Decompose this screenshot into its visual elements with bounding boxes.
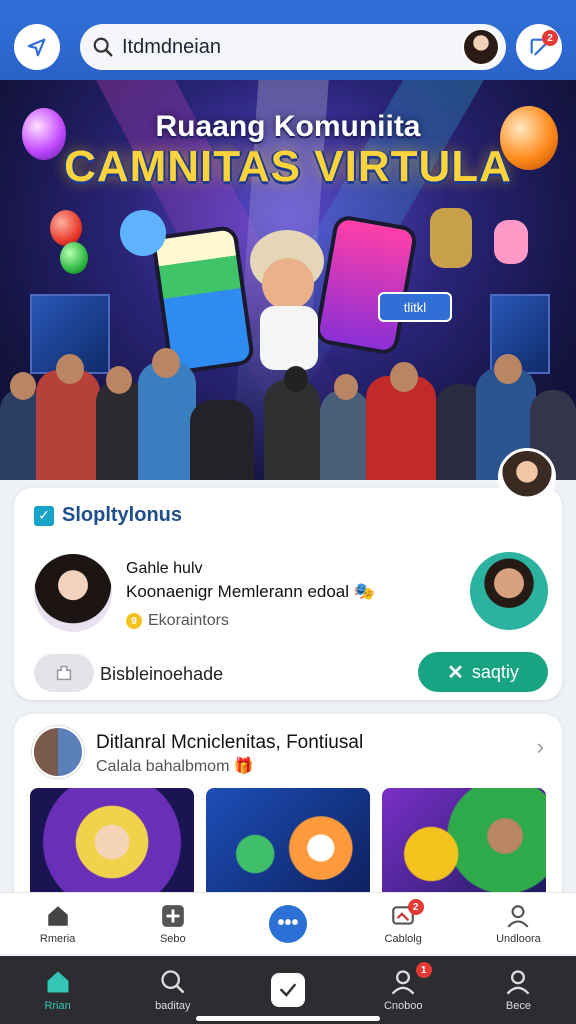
card-title: Slopltylonus bbox=[62, 504, 182, 526]
mascot-small bbox=[494, 220, 528, 264]
check-icon: ✓ bbox=[34, 505, 54, 526]
tab-home[interactable]: Rrian bbox=[0, 956, 115, 1024]
featured-thumbnail[interactable] bbox=[30, 788, 194, 908]
tab-search[interactable]: baditay bbox=[115, 956, 230, 1024]
tab-check[interactable] bbox=[230, 956, 345, 1024]
nav-label: Rmeria bbox=[39, 932, 76, 945]
balloon-image bbox=[60, 242, 88, 274]
emoji-icon: 🎁 bbox=[233, 758, 254, 775]
tab-label: Rrian bbox=[44, 1000, 71, 1012]
search-icon bbox=[161, 970, 185, 994]
checkmark-icon bbox=[280, 983, 296, 997]
check-icon[interactable] bbox=[271, 973, 305, 1007]
hero-subtitle: CAMNITAS VIRTULA bbox=[64, 142, 512, 191]
featured-subtitle: Calala bahalbmom 🎁 bbox=[96, 756, 254, 776]
hero-title: Ruaang Komuniita bbox=[155, 110, 421, 143]
member-meta-text: Ekoraintors bbox=[148, 612, 229, 629]
search-bar[interactable]: Itdmdneian bbox=[80, 24, 506, 70]
featured-thumbnail[interactable] bbox=[206, 788, 370, 908]
featured-card[interactable]: Ditlanral Mcniclenitas, Fontiusal Calala… bbox=[14, 714, 562, 914]
user-icon bbox=[507, 904, 529, 928]
close-x-icon: ✕ bbox=[447, 661, 464, 684]
nav-item-profile[interactable]: Undloora bbox=[461, 893, 576, 954]
balloon-image bbox=[50, 210, 82, 246]
search-input[interactable]: Itdmdneian bbox=[122, 36, 462, 59]
live-user-avatar[interactable] bbox=[498, 448, 556, 506]
secondary-nav: Rmeria Sebo ••• 2 Cablolg Undloora bbox=[0, 892, 576, 954]
chat-chip-label: tlitkl bbox=[403, 299, 427, 315]
tab-community[interactable]: 1 Cnoboo bbox=[346, 956, 461, 1024]
featured-thumbnail[interactable] bbox=[382, 788, 546, 908]
member-description-text: Koonaenigr Memlerann edoal bbox=[126, 582, 350, 601]
nav-item-more[interactable]: ••• bbox=[230, 893, 345, 954]
more-dots-icon[interactable]: ••• bbox=[269, 904, 307, 943]
nav-item-messages[interactable]: 2 Cablolg bbox=[346, 893, 461, 954]
tab-label: Cnoboo bbox=[383, 1000, 423, 1012]
profile-avatar[interactable] bbox=[462, 28, 500, 66]
mascot-small bbox=[430, 208, 472, 268]
bottom-tab-bar: Rrian baditay 1 Cnoboo Bece bbox=[0, 956, 576, 1024]
mascot-face bbox=[262, 258, 314, 310]
plus-square-icon bbox=[161, 904, 184, 927]
puzzle-icon bbox=[56, 665, 72, 681]
top-bar: Itdmdneian 2 bbox=[0, 14, 576, 80]
users-icon bbox=[391, 970, 415, 995]
chevron-right-icon[interactable]: › bbox=[537, 734, 544, 760]
member-name[interactable]: Gahle hulv bbox=[126, 560, 203, 578]
status-bar bbox=[0, 0, 576, 14]
notification-badge: 2 bbox=[542, 30, 558, 46]
group-avatar[interactable] bbox=[32, 726, 84, 778]
home-icon bbox=[47, 971, 69, 993]
suggested-card: ✓ Slopltylonus Gahle hulv Koonaenigr Mem… bbox=[14, 488, 562, 700]
search-icon bbox=[93, 37, 113, 57]
nav-label: Sebo bbox=[159, 932, 186, 945]
emoji-icon: 🎭 bbox=[353, 582, 375, 601]
tab-label: baditay bbox=[155, 1000, 191, 1012]
mascot-small bbox=[120, 210, 166, 256]
home-indicator bbox=[196, 1016, 380, 1021]
crowd-illustration bbox=[0, 348, 576, 480]
user-icon bbox=[507, 970, 530, 995]
explore-button[interactable] bbox=[14, 24, 60, 70]
nav-label: Undloora bbox=[496, 932, 541, 945]
join-button-label: saqtiy bbox=[471, 661, 519, 682]
group-button-label[interactable]: Bisbleinoehade bbox=[100, 664, 223, 685]
notifications-button[interactable]: 2 bbox=[516, 24, 562, 70]
friend-avatar[interactable] bbox=[470, 552, 548, 630]
join-button[interactable]: ✕ saqtiy bbox=[418, 652, 548, 692]
send-arrow-icon bbox=[27, 38, 46, 57]
nav-item-create[interactable]: Sebo bbox=[115, 893, 230, 954]
nav-item-home[interactable]: Rmeria bbox=[0, 893, 115, 954]
featured-subtitle-text: Calala bahalbmom bbox=[96, 758, 230, 775]
chat-chip: tlitkl bbox=[378, 292, 452, 322]
home-icon bbox=[47, 905, 68, 926]
messages-badge: 2 bbox=[407, 899, 424, 915]
community-badge: 1 bbox=[415, 962, 432, 978]
featured-title: Ditlanral Mcniclenitas, Fontiusal bbox=[96, 732, 364, 753]
member-meta: 9 Ekoraintors bbox=[126, 612, 229, 630]
hero-banner[interactable]: Ruaang Komuniita CAMNITAS VIRTULA tlitkl bbox=[0, 80, 576, 480]
member-avatar[interactable] bbox=[34, 554, 112, 632]
tab-label: Bece bbox=[505, 1000, 531, 1012]
card-header: ✓ Slopltylonus bbox=[34, 504, 182, 527]
group-button[interactable] bbox=[34, 654, 94, 692]
tab-profile[interactable]: Bece bbox=[461, 956, 576, 1024]
member-description: Koonaenigr Memlerann edoal 🎭 bbox=[126, 582, 375, 602]
coin-icon: 9 bbox=[126, 613, 142, 629]
nav-label: Cablolg bbox=[384, 932, 422, 945]
